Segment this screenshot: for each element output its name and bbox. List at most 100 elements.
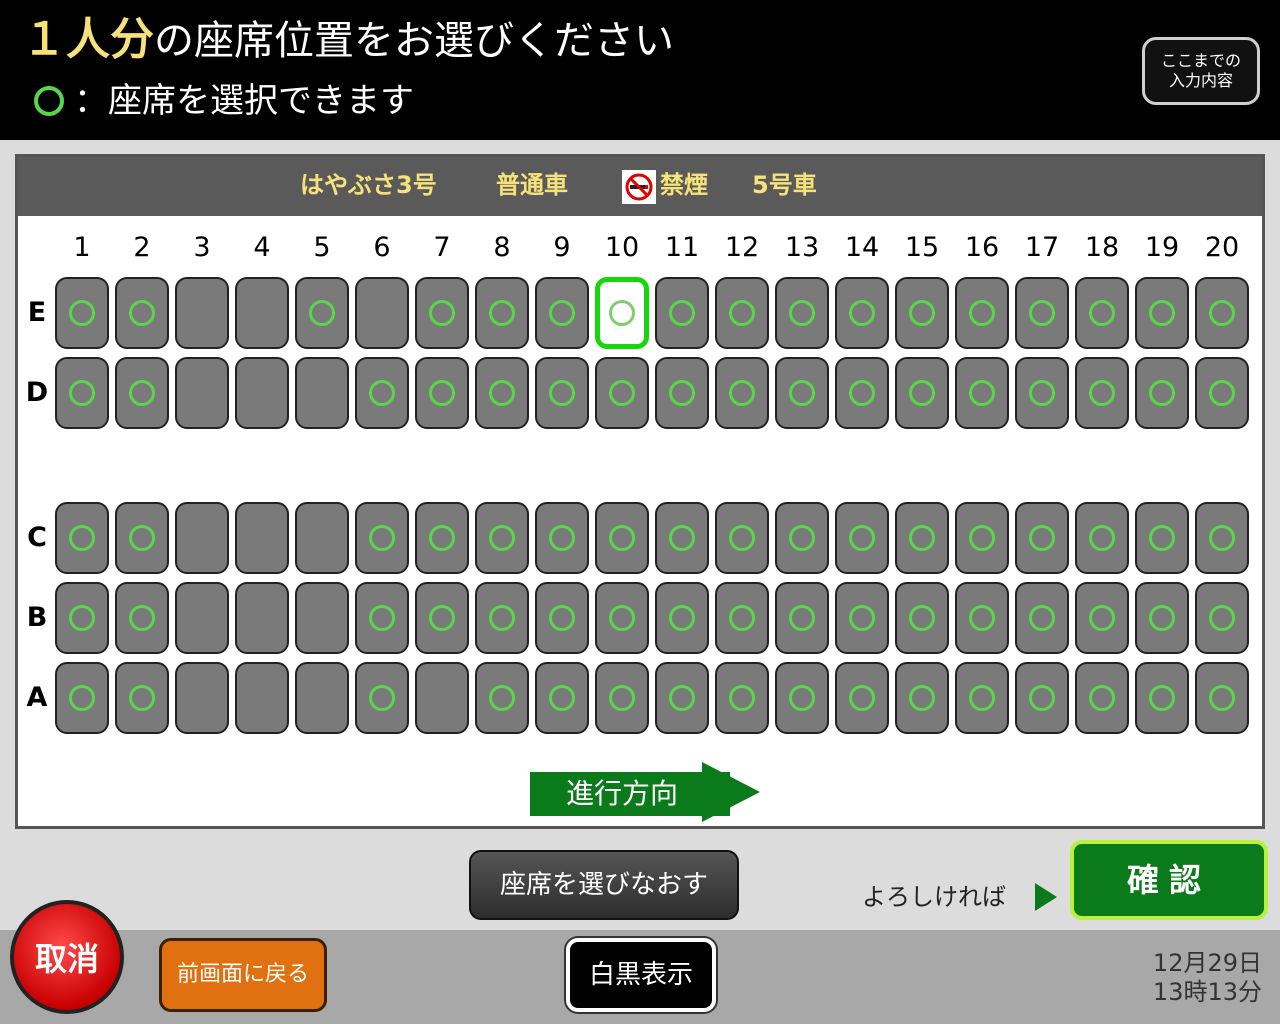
seat-available[interactable]: [1195, 502, 1249, 574]
seat-available[interactable]: [1075, 662, 1129, 734]
seat-available[interactable]: [595, 357, 649, 429]
seat-available[interactable]: [895, 357, 949, 429]
seat-available[interactable]: [55, 502, 109, 574]
seat-available[interactable]: [955, 357, 1009, 429]
seat-available[interactable]: [715, 582, 769, 654]
seat-available[interactable]: [1015, 357, 1069, 429]
monochrome-toggle-button[interactable]: 白黒表示: [566, 938, 716, 1012]
seat-unavailable: [175, 277, 229, 349]
seat-available[interactable]: [1135, 502, 1189, 574]
seat-available[interactable]: [1015, 582, 1069, 654]
seat-available[interactable]: [595, 502, 649, 574]
seat-available[interactable]: [295, 277, 349, 349]
seat-available[interactable]: [955, 277, 1009, 349]
available-seat-icon: [369, 605, 395, 631]
seat-available[interactable]: [355, 662, 409, 734]
seat-available[interactable]: [955, 582, 1009, 654]
seat-available[interactable]: [655, 662, 709, 734]
seat-available[interactable]: [1075, 582, 1129, 654]
seat-available[interactable]: [1075, 502, 1129, 574]
seat-available[interactable]: [1195, 277, 1249, 349]
seat-available[interactable]: [1195, 582, 1249, 654]
available-seat-icon: [1209, 685, 1235, 711]
seat-available[interactable]: [775, 357, 829, 429]
seat-available[interactable]: [775, 662, 829, 734]
seat-available[interactable]: [415, 582, 469, 654]
cancel-button[interactable]: 取消: [10, 900, 124, 1014]
back-button[interactable]: 前画面に戻る: [159, 938, 327, 1012]
seat-available[interactable]: [55, 277, 109, 349]
seat-available[interactable]: [415, 277, 469, 349]
input-summary-button[interactable]: ここまでの 入力内容: [1142, 37, 1260, 105]
seat-available[interactable]: [1135, 357, 1189, 429]
available-seat-icon: [429, 300, 455, 326]
seat-available[interactable]: [895, 662, 949, 734]
available-seat-icon: [1149, 605, 1175, 631]
seat-available[interactable]: [355, 357, 409, 429]
seat-available[interactable]: [775, 502, 829, 574]
seat-available[interactable]: [1015, 502, 1069, 574]
seat-available[interactable]: [835, 357, 889, 429]
seat-available[interactable]: [895, 582, 949, 654]
seat-available[interactable]: [955, 502, 1009, 574]
seat-available[interactable]: [415, 357, 469, 429]
seat-available[interactable]: [835, 502, 889, 574]
seat-available[interactable]: [835, 582, 889, 654]
seat-available[interactable]: [595, 662, 649, 734]
seat-available[interactable]: [1195, 357, 1249, 429]
seat-available[interactable]: [115, 662, 169, 734]
seat-available[interactable]: [775, 277, 829, 349]
available-seat-icon: [429, 525, 455, 551]
seat-available[interactable]: [775, 582, 829, 654]
seat-available[interactable]: [1135, 582, 1189, 654]
seat-available[interactable]: [835, 277, 889, 349]
seat-available[interactable]: [115, 582, 169, 654]
page-title: １人分の座席位置をお選びください: [22, 12, 674, 69]
seat-available[interactable]: [895, 502, 949, 574]
seat-available[interactable]: [1135, 277, 1189, 349]
seat-available[interactable]: [55, 582, 109, 654]
seat-available[interactable]: [115, 357, 169, 429]
seat-available[interactable]: [715, 502, 769, 574]
seat-available[interactable]: [835, 662, 889, 734]
seat-available[interactable]: [475, 357, 529, 429]
seat-available[interactable]: [475, 582, 529, 654]
seat-available[interactable]: [535, 582, 589, 654]
seat-available[interactable]: [955, 662, 1009, 734]
seat-available[interactable]: [115, 277, 169, 349]
seat-available[interactable]: [55, 357, 109, 429]
seat-available[interactable]: [1195, 662, 1249, 734]
confirm-button[interactable]: 確認: [1070, 840, 1268, 920]
seat-available[interactable]: [1075, 277, 1129, 349]
seat-available[interactable]: [475, 502, 529, 574]
seat-available[interactable]: [655, 502, 709, 574]
seat-available[interactable]: [715, 662, 769, 734]
seat-available[interactable]: [535, 502, 589, 574]
seat-available[interactable]: [535, 357, 589, 429]
seat-available[interactable]: [55, 662, 109, 734]
seat-available[interactable]: [655, 357, 709, 429]
seat-available[interactable]: [655, 582, 709, 654]
seat-available[interactable]: [655, 277, 709, 349]
available-seat-icon: [849, 685, 875, 711]
seat-available[interactable]: [715, 277, 769, 349]
seat-available[interactable]: [1015, 662, 1069, 734]
seat-selected[interactable]: [595, 277, 649, 349]
seat-available[interactable]: [355, 582, 409, 654]
seat-available[interactable]: [1015, 277, 1069, 349]
seat-available[interactable]: [415, 502, 469, 574]
seat-available[interactable]: [895, 277, 949, 349]
seat-available[interactable]: [1075, 357, 1129, 429]
seat-available[interactable]: [535, 277, 589, 349]
seat-available[interactable]: [535, 662, 589, 734]
seat-available[interactable]: [475, 277, 529, 349]
available-seat-icon: [429, 605, 455, 631]
input-summary-line2: 入力内容: [1168, 71, 1233, 90]
seat-available[interactable]: [1135, 662, 1189, 734]
seat-available[interactable]: [475, 662, 529, 734]
seat-available[interactable]: [115, 502, 169, 574]
seat-available[interactable]: [355, 502, 409, 574]
reselect-seat-button[interactable]: 座席を選びなおす: [469, 850, 739, 920]
seat-available[interactable]: [595, 582, 649, 654]
seat-available[interactable]: [715, 357, 769, 429]
